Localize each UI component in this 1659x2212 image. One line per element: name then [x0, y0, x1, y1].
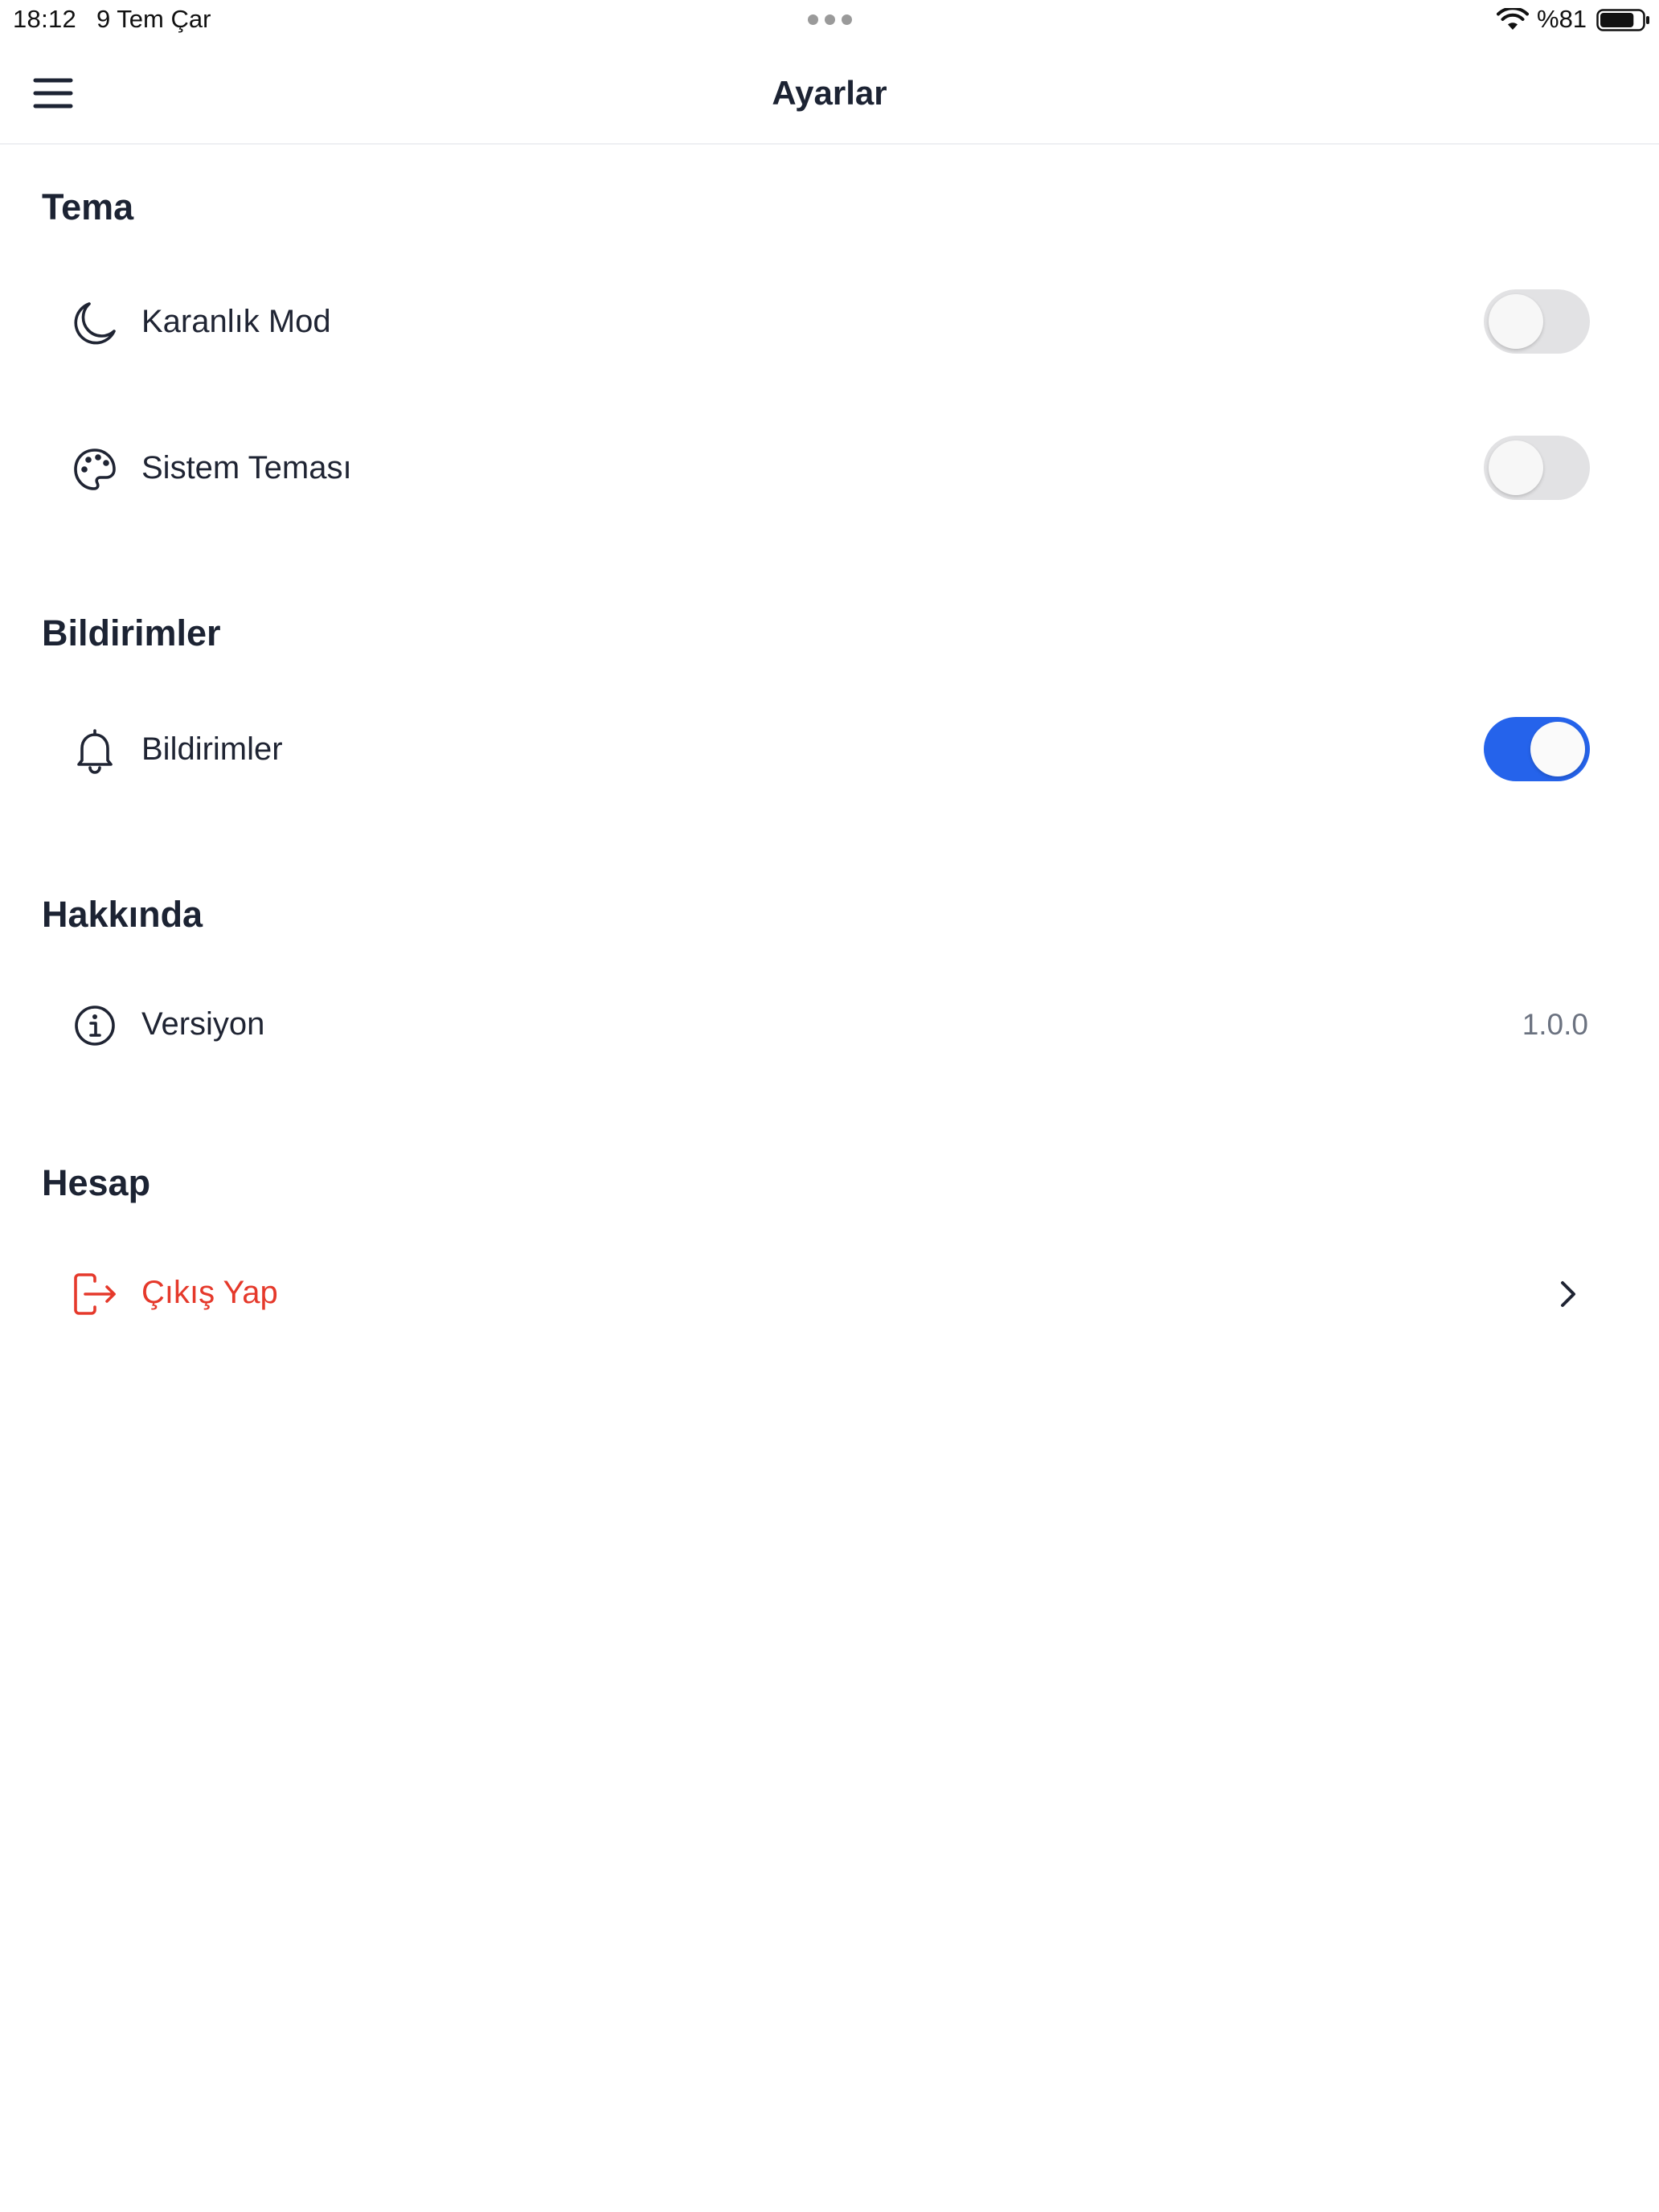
settings-row-version: Versiyon 1.0.0 — [0, 976, 1659, 1072]
multitask-dots-icon[interactable] — [808, 14, 853, 26]
bell-icon — [77, 729, 113, 774]
status-bar: 18:12 9 Tem Çar %81 — [0, 0, 1659, 42]
palette-icon — [74, 449, 116, 490]
logout-icon — [74, 1273, 116, 1315]
notifications-toggle[interactable] — [1484, 717, 1590, 781]
info-icon — [75, 1006, 115, 1046]
settings-row-label: Sistem Teması — [141, 450, 352, 485]
section-title-notifications: Bildirimler — [42, 612, 221, 653]
battery-icon — [1596, 9, 1649, 31]
section-title-account: Hesap — [42, 1162, 151, 1203]
nav-bar: Ayarlar — [0, 42, 1659, 145]
section-title-theme: Tema — [42, 186, 134, 227]
settings-row-label: Versiyon — [141, 1006, 265, 1042]
moon-icon — [74, 302, 116, 345]
toggle-knob — [1489, 294, 1543, 349]
settings-row-label: Bildirimler — [141, 731, 283, 767]
system-theme-toggle[interactable] — [1484, 436, 1590, 500]
version-value: 1.0.0 — [1522, 1008, 1588, 1041]
settings-row-dark-mode[interactable]: Karanlık Mod — [0, 273, 1659, 370]
logout-label: Çıkış Yap — [141, 1275, 278, 1310]
toggle-knob — [1489, 440, 1543, 495]
wifi-icon — [1497, 8, 1529, 30]
battery-percent: %81 — [1537, 5, 1587, 33]
dark-mode-toggle[interactable] — [1484, 289, 1590, 354]
status-time: 18:12 — [13, 5, 77, 33]
settings-row-notifications[interactable]: Bildirimler — [0, 701, 1659, 797]
settings-row-label: Karanlık Mod — [141, 304, 331, 339]
toggle-knob — [1530, 722, 1585, 776]
section-title-about: Hakkında — [42, 894, 203, 935]
settings-row-logout[interactable]: Çıkış Yap — [0, 1244, 1659, 1341]
page-title: Ayarlar — [772, 74, 887, 112]
chevron-right-icon — [1561, 1281, 1575, 1307]
settings-row-system-theme[interactable]: Sistem Teması — [0, 420, 1659, 516]
status-date: 9 Tem Çar — [96, 5, 211, 33]
